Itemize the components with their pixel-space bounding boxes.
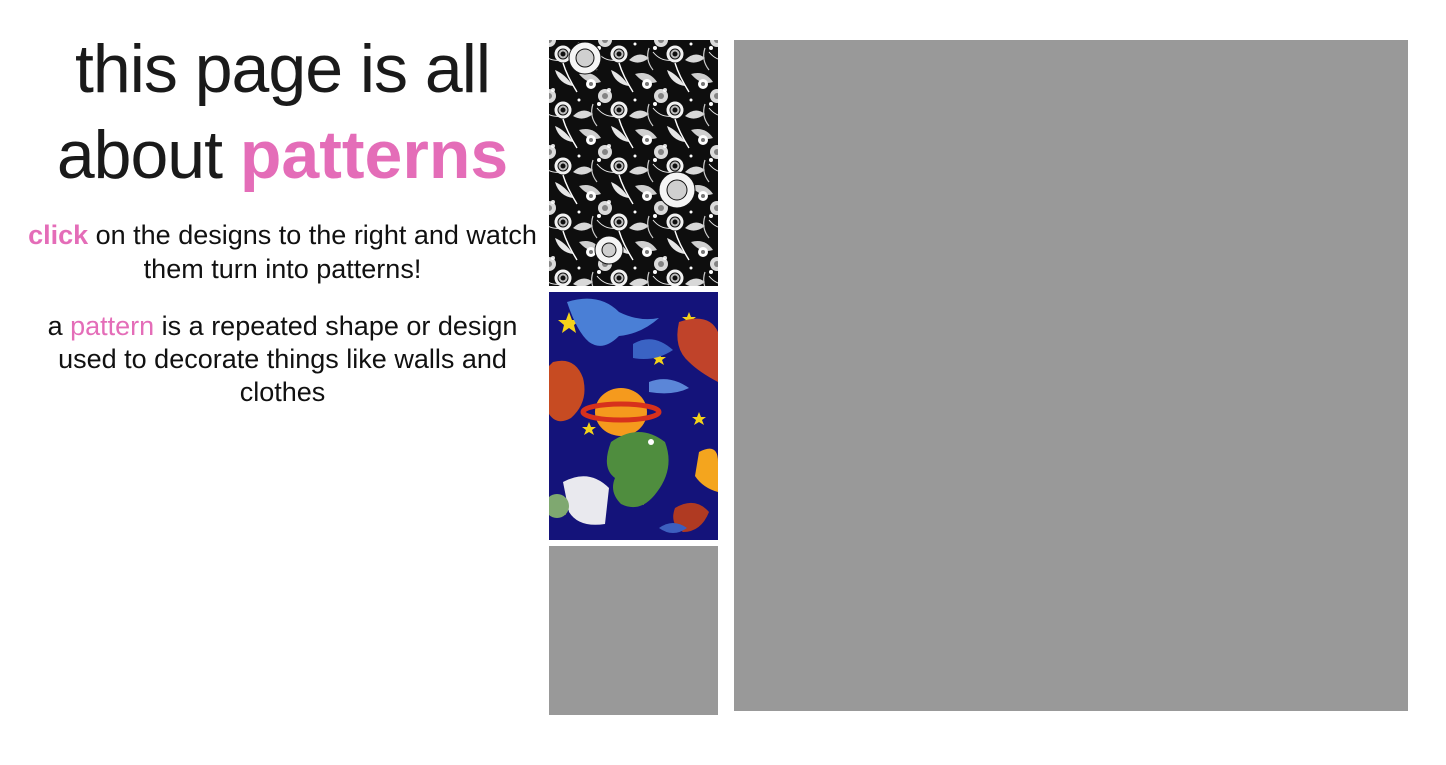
floral-pattern-image bbox=[549, 40, 718, 286]
intro-panel: this page is all about patterns click on… bbox=[20, 26, 545, 409]
page-title-line-2: about patterns bbox=[20, 112, 545, 198]
page-title-prefix: about bbox=[56, 117, 240, 193]
pattern-thumbnail-list bbox=[549, 40, 718, 721]
definition-text: a pattern is a repeated shape or design … bbox=[20, 310, 545, 409]
definition-accent: pattern bbox=[70, 311, 155, 341]
instruction-accent: click bbox=[28, 220, 89, 250]
instruction-rest: on the designs to the right and watch th… bbox=[88, 220, 537, 284]
pattern-preview-area bbox=[734, 40, 1408, 711]
page-title-line-1: this page is all bbox=[75, 31, 491, 107]
floral-pattern-thumbnail[interactable] bbox=[549, 40, 718, 286]
definition-prefix: a bbox=[47, 311, 71, 341]
page-title: this page is all about patterns bbox=[20, 26, 545, 198]
blank-pattern-thumbnail[interactable] bbox=[549, 546, 718, 715]
dinosaur-pattern-thumbnail[interactable] bbox=[549, 292, 718, 540]
instruction-text: click on the designs to the right and wa… bbox=[20, 218, 545, 286]
page-title-accent: patterns bbox=[239, 117, 509, 193]
dinosaur-pattern-image bbox=[549, 292, 718, 540]
